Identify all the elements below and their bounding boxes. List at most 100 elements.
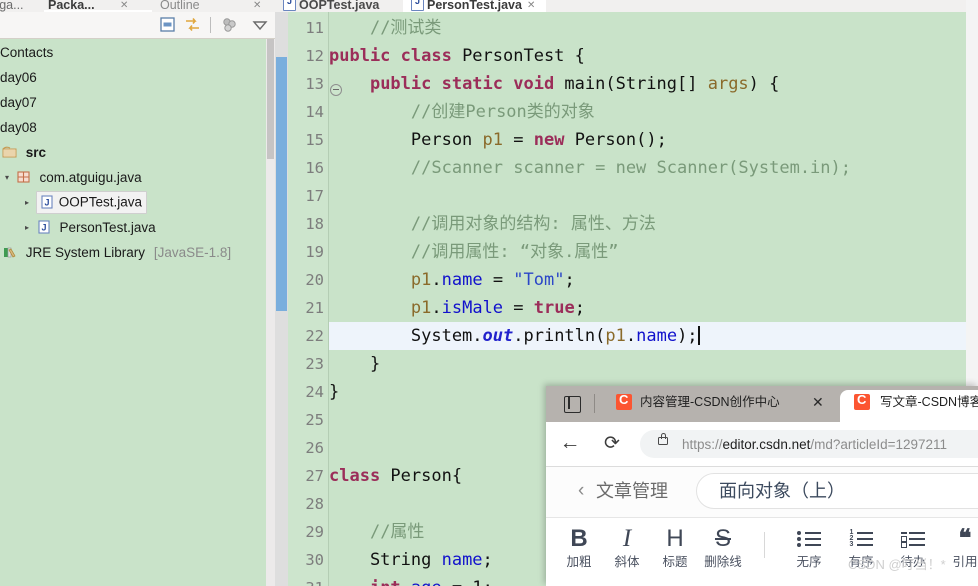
- article-title-input[interactable]: 面向对象（上）: [696, 473, 978, 509]
- code-line[interactable]: class Person{: [329, 462, 462, 490]
- code-line[interactable]: public static void main(String[] args) {: [329, 70, 779, 98]
- tab-package-explorer[interactable]: Packa...: [48, 0, 95, 12]
- scrollbar-thumb[interactable]: [267, 39, 274, 159]
- chevron-down-icon[interactable]: [250, 16, 270, 34]
- code-line[interactable]: p1.isMale = true;: [329, 294, 585, 322]
- code-line[interactable]: }: [329, 350, 380, 378]
- address-bar[interactable]: https://editor.csdn.net/md?articleId=129…: [640, 430, 978, 458]
- toolbar-strikethrough-button[interactable]: S 删除线: [700, 524, 746, 570]
- view-menu-icon[interactable]: [220, 16, 240, 34]
- lock-icon[interactable]: [658, 433, 668, 445]
- tab-navigator[interactable]: ...iga...: [0, 0, 24, 12]
- tree-item-label: day06: [0, 69, 37, 85]
- code-token: =: [503, 130, 534, 150]
- editor-tab-persontest[interactable]: PersonTest.java: [427, 0, 522, 12]
- code-token: ;: [482, 550, 493, 570]
- close-icon[interactable]: ✕: [527, 0, 535, 11]
- tree-item-day07[interactable]: day07: [0, 89, 266, 114]
- line-number: 29: [305, 523, 324, 541]
- tab-list-icon[interactable]: [564, 396, 581, 413]
- quote-icon: ❝: [958, 525, 972, 552]
- jre-library-icon: [2, 242, 18, 258]
- code-line[interactable]: }: [329, 378, 339, 406]
- code-line[interactable]: Person p1 = new Person();: [329, 126, 667, 154]
- tree-item-src[interactable]: src: [0, 139, 266, 164]
- csdn-favicon: [616, 392, 632, 410]
- tree-item-persontest-java[interactable]: ▸ J PersonTest.java: [0, 214, 266, 239]
- toolbar-italic-button[interactable]: I 斜体: [604, 524, 650, 570]
- tree-item-label: day07: [0, 94, 37, 110]
- line-number: 12: [305, 47, 324, 65]
- tree-item-ooptest-java[interactable]: ▸ J OOPTest.java: [0, 189, 266, 214]
- line-number: 23: [305, 355, 324, 373]
- code-token: String: [329, 550, 442, 570]
- code-token: .: [431, 298, 442, 318]
- code-line[interactable]: //创建Person类的对象: [329, 98, 595, 126]
- selection-highlight: J OOPTest.java: [35, 191, 148, 214]
- left-panel-scrollbar[interactable]: [266, 39, 275, 586]
- line-number: 11: [305, 19, 324, 37]
- tree-item-day06[interactable]: day06: [0, 64, 266, 89]
- toolbar-button-caption: 斜体: [614, 555, 640, 569]
- code-line[interactable]: public class PersonTest {: [329, 42, 585, 70]
- back-chevron-icon[interactable]: ‹: [578, 477, 584, 505]
- close-icon[interactable]: ✕: [120, 0, 128, 11]
- close-icon[interactable]: ✕: [812, 394, 824, 410]
- back-button[interactable]: ←: [558, 432, 582, 456]
- line-number: 26: [305, 439, 324, 457]
- code-token: ;: [564, 270, 575, 290]
- link-with-editor-icon[interactable]: [183, 16, 203, 34]
- code-line[interactable]: //属性: [329, 518, 424, 546]
- toolbar-ordered-list-button[interactable]: 123 有序: [838, 524, 884, 570]
- code-line[interactable]: //调用对象的结构: 属性、方法: [329, 210, 656, 238]
- code-line[interactable]: //调用属性: “对象.属性”: [329, 238, 619, 266]
- java-file-icon: [411, 0, 424, 11]
- tree-item-contacts[interactable]: Contacts: [0, 39, 266, 64]
- code-token: p1: [482, 130, 504, 150]
- code-token: name: [636, 326, 678, 346]
- code-token: Person();: [574, 130, 667, 150]
- toolbar-button-caption: 无序: [796, 555, 822, 569]
- line-number: 21: [305, 299, 324, 317]
- line-number: 17: [305, 187, 324, 205]
- list-todo-icon: [900, 524, 926, 554]
- reload-button[interactable]: ⟳: [600, 432, 624, 456]
- article-manage-link[interactable]: 文章管理: [596, 477, 668, 505]
- line-number: 28: [305, 495, 324, 513]
- tree-item-package-com-atguigu-java[interactable]: ▾ com.atguigu.java: [0, 164, 266, 189]
- tree-item-label: OOPTest.java: [58, 194, 143, 210]
- expand-arrow-icon[interactable]: ▸: [22, 190, 32, 215]
- heading-icon: H: [666, 525, 684, 552]
- close-icon[interactable]: ✕: [253, 0, 261, 11]
- browser-window: 内容管理-CSDN创作中心 ✕ 写文章-CSDN博客 ← ⟳ https://e…: [546, 386, 978, 586]
- tree-item-jre-system-library[interactable]: JRE System Library [JavaSE-1.8]: [0, 239, 266, 264]
- tree-item-day08[interactable]: day08: [0, 114, 266, 139]
- url-scheme: https://: [682, 437, 723, 452]
- code-line[interactable]: System.out.println(p1.name);: [329, 322, 700, 350]
- toolbar-bold-button[interactable]: B 加粗: [556, 524, 602, 570]
- code-line[interactable]: p1.name = "Tom";: [329, 266, 575, 294]
- toolbar-unordered-list-button[interactable]: 无序: [786, 524, 832, 570]
- tree-item-label: day08: [0, 119, 37, 135]
- tab-outline[interactable]: Outline: [160, 0, 200, 12]
- code-line[interactable]: //测试类: [329, 14, 441, 42]
- code-line[interactable]: int age = 1;: [329, 574, 493, 586]
- code-line[interactable]: String name;: [329, 546, 493, 574]
- editor-tab-ooptest[interactable]: OOPTest.java: [299, 0, 379, 12]
- code-line[interactable]: //Scanner scanner = new Scanner(System.i…: [329, 154, 851, 182]
- line-number: 15: [305, 131, 324, 149]
- collapse-all-icon[interactable]: [158, 16, 178, 34]
- project-tree[interactable]: Contacts day06 day07 day08 src ▾ com.atg…: [0, 39, 266, 586]
- toolbar-quote-button[interactable]: ❝ 引用: [942, 524, 978, 570]
- code-token: }: [329, 354, 381, 374]
- url-path: /md?articleId=1297211: [810, 437, 948, 452]
- toolbar-heading-button[interactable]: H 标题: [652, 524, 698, 570]
- code-token: //测试类: [369, 18, 442, 38]
- expand-arrow-icon[interactable]: ▸: [22, 215, 32, 240]
- editor-marker-column[interactable]: [275, 12, 288, 586]
- toolbar-todo-list-button[interactable]: 待办: [890, 524, 936, 570]
- code-token: int: [370, 578, 411, 586]
- expand-arrow-icon[interactable]: ▾: [2, 165, 12, 190]
- list-unordered-icon: [796, 524, 822, 554]
